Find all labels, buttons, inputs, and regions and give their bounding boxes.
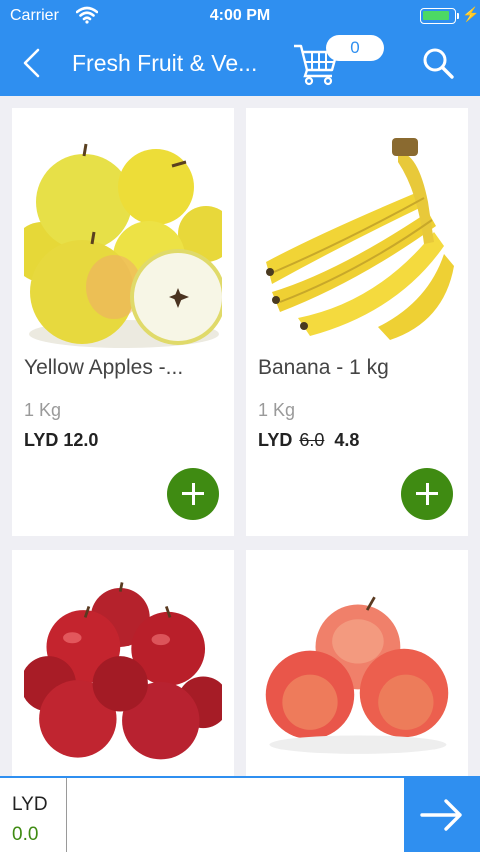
checkout-next-button[interactable]: [404, 776, 480, 852]
product-card-banana[interactable]: Banana - 1 kg 1 Kg LYD 6.0 4.8: [246, 108, 468, 536]
banana-image: [258, 122, 456, 352]
app-header: Carrier 4:00 PM ⚡ Fresh Fruit & Ve... 0: [0, 0, 480, 96]
status-bar: Carrier 4:00 PM ⚡: [0, 0, 480, 32]
add-to-cart-button[interactable]: [167, 468, 219, 520]
product-card-red-apples[interactable]: [12, 550, 234, 776]
product-price: LYD 6.0 4.8: [258, 430, 359, 451]
charging-icon: ⚡: [462, 6, 480, 22]
checkout-field[interactable]: [67, 778, 404, 852]
page-title: Fresh Fruit & Ve...: [72, 50, 258, 76]
checkout-bar: LYD 0.0: [0, 776, 480, 852]
product-price: LYD 12.0: [24, 430, 98, 451]
product-unit: 1 Kg: [24, 400, 62, 420]
price-value: 12.0: [63, 430, 99, 450]
old-price: 6.0: [299, 430, 325, 450]
product-card-gala-apples[interactable]: [246, 550, 468, 776]
battery-icon: [420, 8, 459, 24]
red-apples-image: [24, 564, 222, 776]
product-card-yellow-apples[interactable]: Yellow Apples -... 1 Kg LYD 12.0: [12, 108, 234, 536]
total-amount: 0.0: [12, 824, 39, 845]
product-unit: 1 Kg: [258, 400, 296, 420]
product-name: Yellow Apples -...: [24, 356, 184, 379]
price-value: 4.8: [334, 430, 360, 450]
back-arrow-icon[interactable]: [18, 46, 46, 80]
product-name: Banana - 1 kg: [258, 356, 389, 379]
total-currency: LYD: [12, 794, 48, 815]
currency-label: LYD: [258, 430, 293, 450]
arrow-right-icon: [420, 799, 462, 831]
add-to-cart-button[interactable]: [401, 468, 453, 520]
status-time: 4:00 PM: [209, 7, 271, 24]
gala-apples-image: [265, 564, 449, 776]
search-icon[interactable]: [418, 44, 458, 82]
yellow-apples-image: [24, 122, 222, 352]
cart-count-badge[interactable]: 0: [326, 35, 384, 61]
currency-label: LYD: [24, 430, 59, 450]
